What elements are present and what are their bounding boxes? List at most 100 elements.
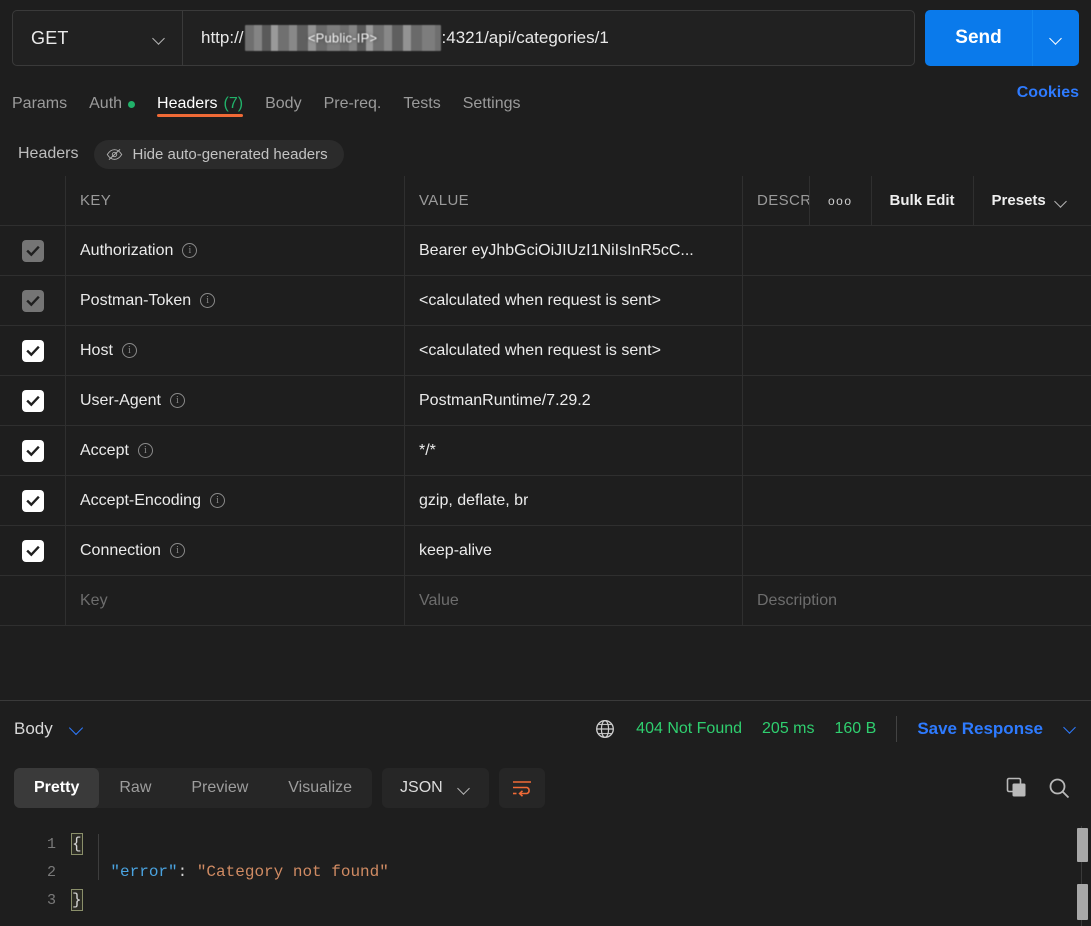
- response-view-toolbar: Pretty Raw Preview Visualize JSON: [0, 760, 1091, 816]
- row-checkbox[interactable]: [21, 289, 44, 312]
- select-all-cell[interactable]: [0, 176, 66, 225]
- tab-tests[interactable]: Tests: [403, 80, 454, 124]
- table-row[interactable]: Authorization i Bearer eyJhbGciOiJIUzI1NiI…: [0, 226, 1091, 276]
- row-key-cell[interactable]: Connection i: [66, 526, 405, 575]
- response-body-code[interactable]: 1{2 "error": "Category not found" 3}: [0, 818, 1091, 926]
- tab-body[interactable]: Body: [265, 80, 315, 124]
- row-key-cell[interactable]: Authorization i: [66, 226, 405, 275]
- new-value-input[interactable]: Value: [405, 576, 743, 625]
- info-icon[interactable]: i: [182, 243, 198, 258]
- row-key-cell[interactable]: Postman-Token i: [66, 276, 405, 325]
- row-description-cell[interactable]: [743, 326, 1091, 375]
- response-body-dropdown[interactable]: [69, 720, 83, 739]
- row-checkbox[interactable]: [21, 489, 44, 512]
- send-button[interactable]: Send: [925, 10, 1033, 66]
- save-response-dropdown[interactable]: [1063, 720, 1077, 739]
- row-key-cell[interactable]: Accept i: [66, 426, 405, 475]
- row-key-cell[interactable]: Host i: [66, 326, 405, 375]
- code-token-key: "error": [110, 863, 178, 881]
- row-value-cell[interactable]: */*: [405, 426, 743, 475]
- row-checkbox[interactable]: [21, 239, 44, 262]
- info-icon[interactable]: i: [209, 493, 225, 508]
- meta-divider: [896, 716, 898, 742]
- row-value-cell[interactable]: gzip, deflate, br: [405, 476, 743, 525]
- row-checkbox-cell[interactable]: [0, 226, 66, 275]
- http-method-selector[interactable]: GET: [13, 11, 183, 65]
- chevron-down-icon: [152, 31, 166, 45]
- table-row[interactable]: Connection i keep-alive: [0, 526, 1091, 576]
- save-response-button[interactable]: Save Response: [917, 719, 1043, 739]
- redacted-ip-block: <Public-IP>: [244, 25, 441, 51]
- table-row[interactable]: Host i <calculated when request is sent>: [0, 326, 1091, 376]
- table-row[interactable]: User-Agent i PostmanRuntime/7.29.2: [0, 376, 1091, 426]
- auth-status-dot-icon: [128, 100, 136, 108]
- row-checkbox[interactable]: [21, 339, 44, 362]
- tab-visualize[interactable]: Visualize: [268, 768, 372, 808]
- row-description-cell[interactable]: [743, 476, 1091, 525]
- tab-raw[interactable]: Raw: [99, 768, 171, 808]
- tab-params[interactable]: Params: [12, 80, 81, 124]
- word-wrap-toggle[interactable]: [498, 768, 545, 808]
- info-icon[interactable]: i: [200, 293, 216, 308]
- table-row[interactable]: Postman-Token i <calculated when request i…: [0, 276, 1091, 326]
- row-description-cell[interactable]: [743, 226, 1091, 275]
- row-checkbox[interactable]: [21, 389, 44, 412]
- copy-icon[interactable]: [1005, 776, 1029, 800]
- row-checkbox-cell[interactable]: [0, 526, 66, 575]
- row-checkbox-cell[interactable]: [0, 476, 66, 525]
- url-input[interactable]: http:// <Public-IP>:4321/api/categories/1: [183, 11, 914, 65]
- row-checkbox[interactable]: [21, 539, 44, 562]
- row-value-cell[interactable]: <calculated when request is sent>: [405, 276, 743, 325]
- table-row[interactable]: Accept i */*: [0, 426, 1091, 476]
- tab-label: Tests: [403, 95, 441, 112]
- row-key-cell[interactable]: Accept-Encoding i: [66, 476, 405, 525]
- row-value-cell[interactable]: keep-alive: [405, 526, 743, 575]
- tab-settings[interactable]: Settings: [463, 80, 535, 124]
- info-icon[interactable]: i: [121, 343, 137, 358]
- more-options-button[interactable]: ooo: [809, 175, 871, 226]
- tab-pre-request[interactable]: Pre-req.: [324, 80, 396, 124]
- new-description-input[interactable]: Description: [743, 576, 1091, 625]
- url-prefix: http://: [201, 28, 244, 47]
- row-checkbox-cell[interactable]: [0, 376, 66, 425]
- response-status: 404 Not Found: [636, 720, 743, 737]
- tab-label: Settings: [462, 95, 521, 112]
- row-checkbox[interactable]: [21, 439, 44, 462]
- row-value-text: <calculated when request is sent>: [419, 291, 661, 309]
- row-value-cell[interactable]: Bearer eyJhbGciOiJIUzI1NiIsInR5cC...: [405, 226, 743, 275]
- tab-label: Body: [265, 95, 302, 112]
- table-row-new[interactable]: Key Value Description: [0, 576, 1091, 626]
- row-key-cell[interactable]: User-Agent i: [66, 376, 405, 425]
- response-format-selector[interactable]: JSON: [382, 768, 489, 808]
- info-icon[interactable]: i: [169, 543, 185, 558]
- cookies-link[interactable]: Cookies: [1017, 84, 1079, 102]
- row-description-cell[interactable]: [743, 426, 1091, 475]
- line-number: 2: [46, 863, 56, 881]
- row-checkbox-cell[interactable]: [0, 426, 66, 475]
- row-description-cell[interactable]: [743, 276, 1091, 325]
- tab-headers[interactable]: Headers (7): [157, 80, 257, 124]
- code-scrollbar-thumb-upper[interactable]: [1077, 828, 1088, 862]
- row-description-cell[interactable]: [743, 526, 1091, 575]
- row-value-cell[interactable]: PostmanRuntime/7.29.2: [405, 376, 743, 425]
- search-icon[interactable]: [1047, 776, 1071, 800]
- tab-auth[interactable]: Auth: [89, 80, 149, 124]
- table-row[interactable]: Accept-Encoding i gzip, deflate, br: [0, 476, 1091, 526]
- send-options-button[interactable]: [1033, 10, 1079, 66]
- tab-preview[interactable]: Preview: [171, 768, 268, 808]
- hide-autogenerated-headers-button[interactable]: Hide auto-generated headers: [94, 139, 344, 169]
- row-value-cell[interactable]: <calculated when request is sent>: [405, 326, 743, 375]
- new-key-input[interactable]: Key: [66, 576, 405, 625]
- row-description-cell[interactable]: [743, 376, 1091, 425]
- table-header-tools: ooo Bulk Edit Presets: [809, 175, 1086, 226]
- info-icon[interactable]: i: [169, 393, 185, 408]
- tab-pretty[interactable]: Pretty: [14, 768, 100, 808]
- row-checkbox-cell[interactable]: [0, 326, 66, 375]
- bulk-edit-button[interactable]: Bulk Edit: [870, 175, 973, 226]
- response-format-label: JSON: [400, 779, 443, 796]
- code-scrollbar-thumb-lower[interactable]: [1077, 884, 1088, 920]
- presets-button[interactable]: Presets: [972, 175, 1086, 226]
- row-checkbox-cell[interactable]: [0, 576, 66, 625]
- info-icon[interactable]: i: [137, 443, 153, 458]
- row-checkbox-cell[interactable]: [0, 276, 66, 325]
